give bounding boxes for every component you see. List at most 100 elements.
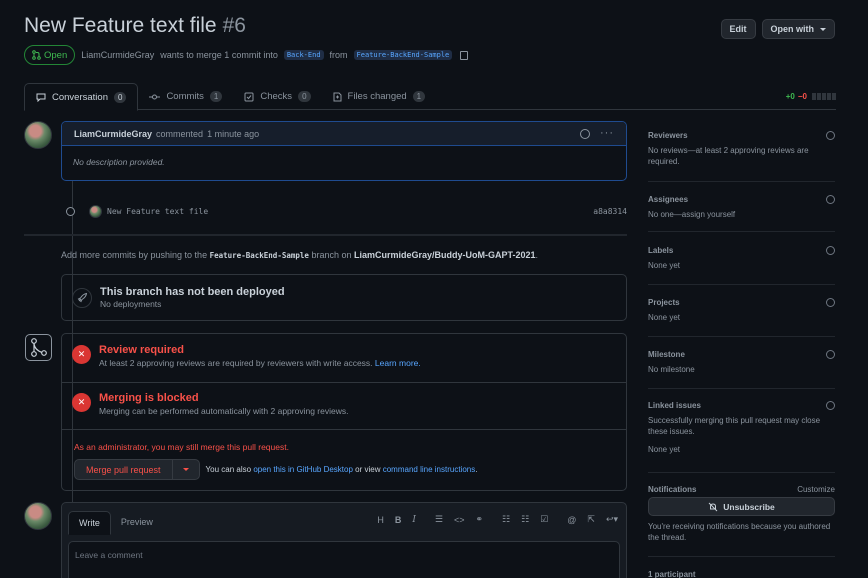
merging-blocked-row: ✕ Merging is blocked Merging can be perf… [62, 392, 626, 416]
also-prefix: You can also [205, 465, 252, 474]
unsubscribe-label: Unsubscribe [723, 501, 775, 512]
task-list-icon[interactable]: ☑ [540, 514, 548, 525]
gear-icon[interactable] [826, 246, 835, 255]
sidebar-divider [648, 388, 835, 389]
pr-number: #6 [222, 14, 246, 37]
sidebar-section-text: You're receiving notifications because y… [648, 522, 831, 542]
edit-button[interactable]: Edit [720, 19, 756, 39]
cross-reference-icon[interactable]: ⇱ [587, 514, 595, 525]
sidebar-notifications: Notifications Customize Unsubscribe You'r… [648, 485, 835, 543]
sidebar-section-title: Linked issues [648, 401, 701, 410]
sidebar-divider [648, 181, 835, 182]
status-badge: Open [24, 45, 76, 65]
commit-message[interactable]: New Feature text file [107, 207, 208, 216]
gear-icon[interactable] [826, 350, 835, 359]
markdown-toolbar: H B I ☰ <> ⚭ ☷ ☷ ☑ @ ⇱ ↩▾ [377, 514, 618, 525]
comment-header: LiamCurmideGray commented 1 minute ago ·… [62, 122, 626, 146]
sidebar-section-text: Successfully merging this pull request m… [648, 416, 821, 436]
avatar[interactable] [89, 205, 102, 218]
review-required-title: Review required [99, 344, 184, 356]
sidebar-projects[interactable]: Projects None yet [648, 298, 835, 323]
rocket-icon [72, 287, 92, 308]
customize-link[interactable]: Customize [797, 485, 835, 494]
deploy-subtitle: No deployments [100, 299, 162, 309]
sidebar-section-text: No reviews—at least 2 approving reviews … [648, 146, 809, 166]
tab-files-changed[interactable]: Files changed 1 [322, 83, 437, 110]
pr-meta: Open LiamCurmideGray wants to merge 1 co… [24, 45, 469, 65]
bulleted-list-icon[interactable]: ☷ [502, 514, 510, 525]
numbered-list-icon[interactable]: ☷ [521, 514, 529, 525]
sidebar-section-title: Notifications [648, 485, 697, 494]
kebab-menu-icon[interactable]: ··· [600, 128, 614, 139]
bell-slash-icon [708, 502, 718, 511]
merge-status-box: ✕ Review required At least 2 approving r… [61, 333, 627, 491]
sidebar-divider [648, 472, 835, 473]
or-view-text: or view [355, 465, 381, 474]
sidebar-section-title: Assignees [648, 195, 689, 204]
avatar[interactable] [24, 121, 52, 149]
merge-method-dropdown[interactable] [173, 460, 199, 479]
sidebar-divider [648, 336, 835, 337]
git-merge-icon [25, 334, 52, 361]
comment-author[interactable]: LiamCurmideGray [74, 129, 152, 139]
tab-label: Files changed [347, 91, 407, 102]
tab-checks[interactable]: Checks 0 [233, 83, 321, 110]
comment-body: No description provided. [73, 157, 165, 167]
italic-icon[interactable]: I [412, 515, 416, 525]
sidebar-milestone[interactable]: Milestone No milestone [648, 350, 835, 375]
merge-pull-request-button: Merge pull request [74, 459, 200, 480]
open-with-label: Open with [770, 24, 815, 34]
sidebar-section-title: Milestone [648, 350, 685, 359]
sidebar-labels[interactable]: Labels None yet [648, 246, 835, 271]
heading-icon[interactable]: H [377, 515, 384, 525]
gear-icon[interactable] [826, 401, 835, 410]
sidebar-assignees[interactable]: Assignees No one—assign yourself [648, 195, 835, 220]
comment-time[interactable]: 1 minute ago [207, 129, 259, 139]
x-circle-icon: ✕ [72, 393, 91, 412]
merge-button-main[interactable]: Merge pull request [75, 460, 173, 479]
pull-request-icon [32, 50, 41, 60]
tab-write[interactable]: Write [68, 511, 111, 535]
command-line-link[interactable]: command line instructions [383, 465, 475, 474]
link-icon[interactable]: ⚭ [475, 514, 483, 525]
sidebar-linked-issues[interactable]: Linked issues Successfully merging this … [648, 401, 835, 455]
review-required-desc: At least 2 approving reviews are require… [99, 358, 373, 368]
quote-icon[interactable]: ☰ [435, 514, 443, 525]
commit-sha[interactable]: a8a8314 [593, 207, 627, 216]
pr-tabs: Conversation 0 Commits 1 Checks 0 Files … [24, 83, 836, 111]
tab-commits[interactable]: Commits 1 [138, 83, 233, 110]
gear-icon[interactable] [826, 195, 835, 204]
tab-conversation[interactable]: Conversation 0 [24, 83, 139, 111]
gear-icon[interactable] [826, 131, 835, 140]
push-info-repo: LiamCurmideGray/Buddy-UoM-GAPT-2021 [354, 250, 536, 260]
gear-icon[interactable] [826, 298, 835, 307]
sidebar-reviewers[interactable]: Reviewers No reviews—at least 2 approvin… [648, 131, 835, 167]
learn-more-link[interactable]: Learn more. [375, 358, 421, 368]
merge-divider [62, 382, 626, 383]
open-with-button[interactable]: Open with [761, 19, 835, 39]
header-actions: Edit Open with [720, 19, 835, 39]
push-info-suffix: . [535, 250, 539, 260]
mention-icon[interactable]: @ [567, 515, 576, 525]
sidebar-section-text: None yet [648, 261, 681, 270]
avatar[interactable] [24, 502, 52, 530]
tab-preview[interactable]: Preview [111, 511, 163, 535]
tab-label: Conversation [52, 91, 108, 103]
pr-meta-text: wants to merge 1 commit into [160, 50, 278, 60]
base-branch[interactable]: Back-End [283, 50, 324, 60]
checklist-icon [244, 92, 254, 101]
pr-author[interactable]: LiamCurmideGray [81, 50, 154, 60]
unsubscribe-button[interactable]: Unsubscribe [648, 497, 835, 516]
code-icon[interactable]: <> [454, 515, 465, 525]
copy-icon[interactable] [460, 50, 469, 60]
reply-icon[interactable]: ↩▾ [606, 514, 618, 525]
bold-icon[interactable]: B [395, 515, 402, 525]
tab-counter: 1 [209, 91, 223, 102]
sidebar-divider [648, 556, 835, 557]
smiley-icon[interactable] [580, 128, 590, 139]
deployment-status: This branch has not been deployed No dep… [61, 274, 627, 321]
additions-count: +0 [785, 92, 795, 101]
github-desktop-link[interactable]: open this in GitHub Desktop [253, 465, 353, 474]
head-branch[interactable]: Feature-BackEnd-Sample [353, 50, 453, 60]
comment-textarea[interactable]: Leave a comment [68, 541, 620, 578]
